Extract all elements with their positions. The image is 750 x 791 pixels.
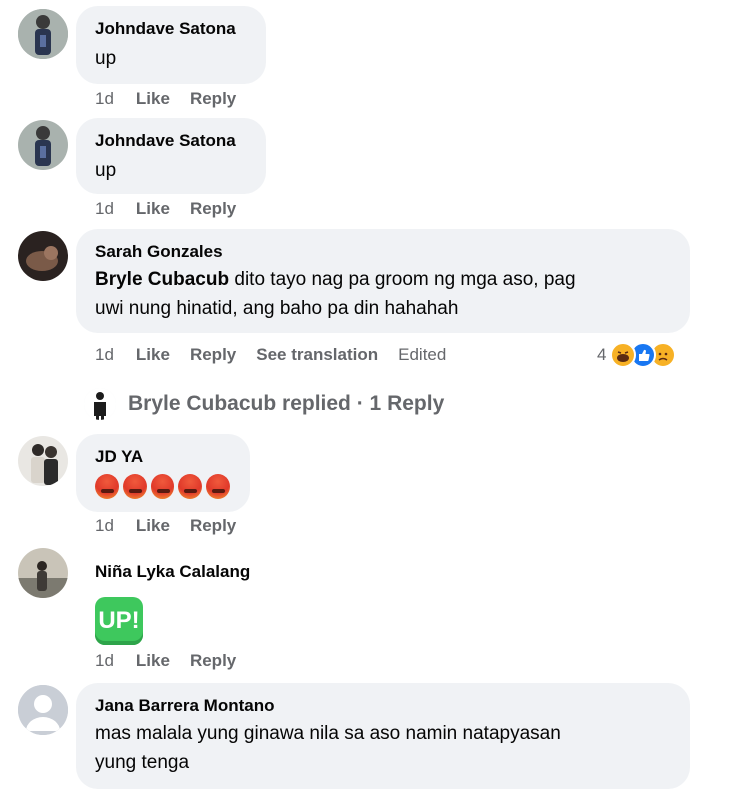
like-button[interactable]: Like — [136, 515, 170, 537]
angry-emoji — [178, 474, 203, 499]
angry-emoji — [95, 474, 119, 499]
reply-button[interactable]: Reply — [190, 198, 236, 220]
comment-author[interactable]: Niña Lyka Calalang — [95, 561, 250, 583]
comment-text-line: mas malala yung ginawa nila sa aso namin… — [95, 723, 561, 744]
reply-button[interactable]: Reply — [190, 515, 236, 537]
reactions-summary[interactable]: 4 — [597, 342, 677, 368]
mention-link[interactable]: Bryle Cubacub — [95, 269, 229, 290]
reply-author-avatar — [84, 388, 116, 420]
reply-button[interactable]: Reply — [190, 344, 236, 366]
angry-emoji — [150, 474, 175, 499]
comment-text: mas malala yung ginawa nila sa aso namin… — [95, 719, 670, 777]
comment-body: Niña Lyka Calalang UP! — [95, 561, 250, 645]
comment-actions: 1d Like Reply See translation Edited — [95, 344, 466, 366]
angry-emoji — [122, 474, 147, 499]
comment-author[interactable]: Johndave Satona — [95, 130, 246, 152]
comment-actions: 1d Like Reply — [95, 515, 256, 537]
comment-bubble: Johndave Satona up — [76, 6, 266, 84]
haha-icon — [610, 342, 637, 368]
comment-author[interactable]: Johndave Satona — [95, 18, 246, 40]
view-replies-text[interactable]: Bryle Cubacub replied · 1 Reply — [128, 392, 444, 416]
avatar[interactable] — [18, 120, 68, 170]
like-button[interactable]: Like — [136, 198, 170, 220]
comment-text: up — [95, 160, 117, 181]
edited-label: Edited — [398, 345, 447, 364]
emoji-row — [95, 474, 230, 499]
see-translation-link[interactable]: See translation — [256, 344, 378, 366]
avatar[interactable] — [18, 9, 68, 59]
avatar[interactable] — [18, 548, 68, 598]
reply-button[interactable]: Reply — [190, 88, 236, 110]
comment-bubble: Johndave Satona up — [76, 118, 266, 194]
avatar[interactable] — [18, 231, 68, 281]
comment-actions: 1d Like Reply — [95, 198, 256, 220]
avatar[interactable] — [18, 436, 68, 486]
angry-emoji — [206, 474, 230, 499]
view-replies-link[interactable]: Bryle Cubacub replied · 1 Reply — [84, 388, 444, 420]
comment-author[interactable]: Jana Barrera Montano — [95, 695, 670, 717]
avatar[interactable] — [18, 685, 68, 735]
comment-time[interactable]: 1d — [95, 88, 114, 110]
like-button[interactable]: Like — [136, 650, 170, 672]
comment-text-line: dito tayo nag pa groom ng mga aso, pag — [229, 269, 576, 290]
like-button[interactable]: Like — [136, 88, 170, 110]
like-button[interactable]: Like — [136, 344, 170, 366]
comment-time[interactable]: 1d — [95, 650, 114, 672]
comment-bubble: JD YA — [76, 434, 250, 512]
comment-time[interactable]: 1d — [95, 515, 114, 537]
comment-text-line: uwi nung hinatid, ang baho pa din hahaha… — [95, 298, 459, 319]
comment-bubble: Sarah Gonzales Bryle Cubacub dito tayo n… — [76, 229, 690, 333]
comment-actions: 1d Like Reply — [95, 650, 256, 672]
comment-author[interactable]: JD YA — [95, 446, 230, 468]
comment-text: Bryle Cubacub dito tayo nag pa groom ng … — [95, 265, 670, 323]
comment-text: up — [95, 48, 117, 69]
comment-time[interactable]: 1d — [95, 344, 114, 366]
comment-actions: 1d Like Reply — [95, 88, 256, 110]
reaction-count: 4 — [597, 345, 607, 364]
comment-text-line: yung tenga — [95, 752, 190, 773]
comment-bubble: Jana Barrera Montano mas malala yung gin… — [76, 683, 690, 789]
up-sticker: UP! — [95, 597, 143, 645]
comment-author[interactable]: Sarah Gonzales — [95, 241, 670, 263]
reply-button[interactable]: Reply — [190, 650, 236, 672]
comment-time[interactable]: 1d — [95, 198, 114, 220]
